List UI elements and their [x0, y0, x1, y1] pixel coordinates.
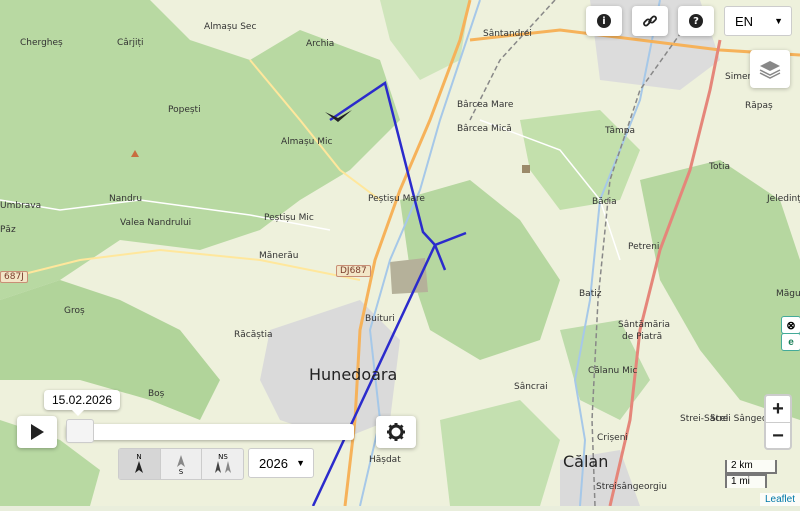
zoom-control: + − [764, 394, 792, 450]
building-icon [522, 165, 530, 173]
play-button[interactable] [17, 416, 57, 448]
place-label: Răpaș [745, 101, 773, 111]
place-label: Bârcea Mare [457, 100, 514, 110]
attribution-link[interactable]: Leaflet [759, 493, 800, 506]
north-arrow-icon: N [135, 453, 144, 473]
place-label: Peștișu Mic [264, 213, 314, 223]
city-label: Călan [563, 452, 609, 471]
timeline-slider-thumb[interactable] [66, 419, 94, 443]
place-label: Crișeni [597, 433, 628, 443]
settings-button[interactable] [376, 416, 416, 448]
scale-km: 2 km [725, 460, 777, 474]
chevron-down-icon: ▼ [296, 458, 305, 468]
language-select[interactable]: EN ▼ [724, 6, 792, 36]
orientation-north-button[interactable]: N [119, 449, 161, 479]
place-label: Păz [0, 225, 16, 235]
zoom-in-button[interactable]: + [766, 396, 790, 423]
orientation-toggle: N S NS [118, 448, 244, 480]
place-label: Almașu Mic [281, 137, 333, 147]
scale-mi: 1 mi [725, 474, 767, 488]
place-label: de Piatră [622, 332, 663, 342]
place-label: Archia [306, 39, 335, 49]
orientation-south-button[interactable]: S [161, 449, 203, 479]
place-label: Băcia [592, 197, 617, 207]
zoom-out-button[interactable]: − [766, 423, 790, 449]
gear-icon [387, 423, 405, 441]
place-label: Peștișu Mare [368, 194, 425, 204]
place-label: Buituri [365, 314, 395, 324]
link-button[interactable] [632, 6, 668, 36]
orientation-label: NS [218, 453, 228, 461]
layers-icon [759, 61, 781, 79]
close-panel-button[interactable]: ⊗ [781, 316, 800, 334]
place-label: Batiz [579, 289, 602, 299]
date-tooltip: 15.02.2026 [44, 390, 121, 416]
place-label: Streisângeorgiu [596, 482, 667, 492]
place-label: Bârcea Mică [457, 124, 512, 134]
place-label: Valea Nandrului [120, 218, 192, 228]
language-value: EN [735, 13, 754, 29]
orientation-label: N [137, 453, 142, 461]
close-icon: ⊗ [786, 319, 796, 332]
place-label: Petreni [628, 242, 660, 252]
place-label: Mănerău [259, 251, 299, 261]
place-label: Chergheș [20, 38, 63, 48]
road-badge: 687J [0, 271, 28, 283]
both-arrows-icon: NS [214, 453, 231, 473]
place-label: Sântămăria [618, 320, 670, 330]
place-label: Cârjiți [117, 38, 144, 48]
place-label: Popești [168, 105, 201, 115]
timeline-slider[interactable] [66, 424, 354, 440]
extension-button[interactable]: e [781, 333, 800, 351]
place-label: Călanu Mic [588, 366, 638, 376]
place-label: Măgu [776, 289, 800, 299]
info-icon: i [597, 14, 611, 28]
help-button[interactable]: ? [678, 6, 714, 36]
place-label: Groș [64, 306, 85, 316]
orientation-label: S [179, 468, 184, 475]
city-label: Hunedoara [309, 365, 398, 384]
help-icon: ? [689, 14, 703, 28]
extension-icon: e [788, 336, 794, 348]
layers-button[interactable] [750, 50, 790, 88]
place-label: Boș [148, 389, 165, 399]
place-label: Tâmpa [605, 126, 635, 136]
road-badge: DJ687 [336, 265, 371, 277]
place-label: Sâncrai [514, 382, 548, 392]
info-button[interactable]: i [586, 6, 622, 36]
place-label: Hășdat [369, 455, 401, 465]
place-label: Almașu Sec [204, 22, 257, 32]
place-label: Sântandrei [483, 29, 532, 39]
place-label: Jeledinț [767, 194, 800, 204]
south-arrow-icon: S [177, 455, 185, 475]
place-label: Răcăștia [234, 330, 273, 340]
year-select[interactable]: 2026 ▼ [248, 448, 314, 478]
place-label: Totia [709, 162, 731, 172]
place-label: Nandru [109, 194, 143, 204]
chevron-down-icon: ▼ [774, 16, 783, 26]
play-icon [31, 424, 44, 440]
year-value: 2026 [259, 455, 288, 471]
place-label: Umbrava [0, 201, 42, 211]
orientation-both-button[interactable]: NS [202, 449, 243, 479]
link-icon [643, 15, 657, 27]
